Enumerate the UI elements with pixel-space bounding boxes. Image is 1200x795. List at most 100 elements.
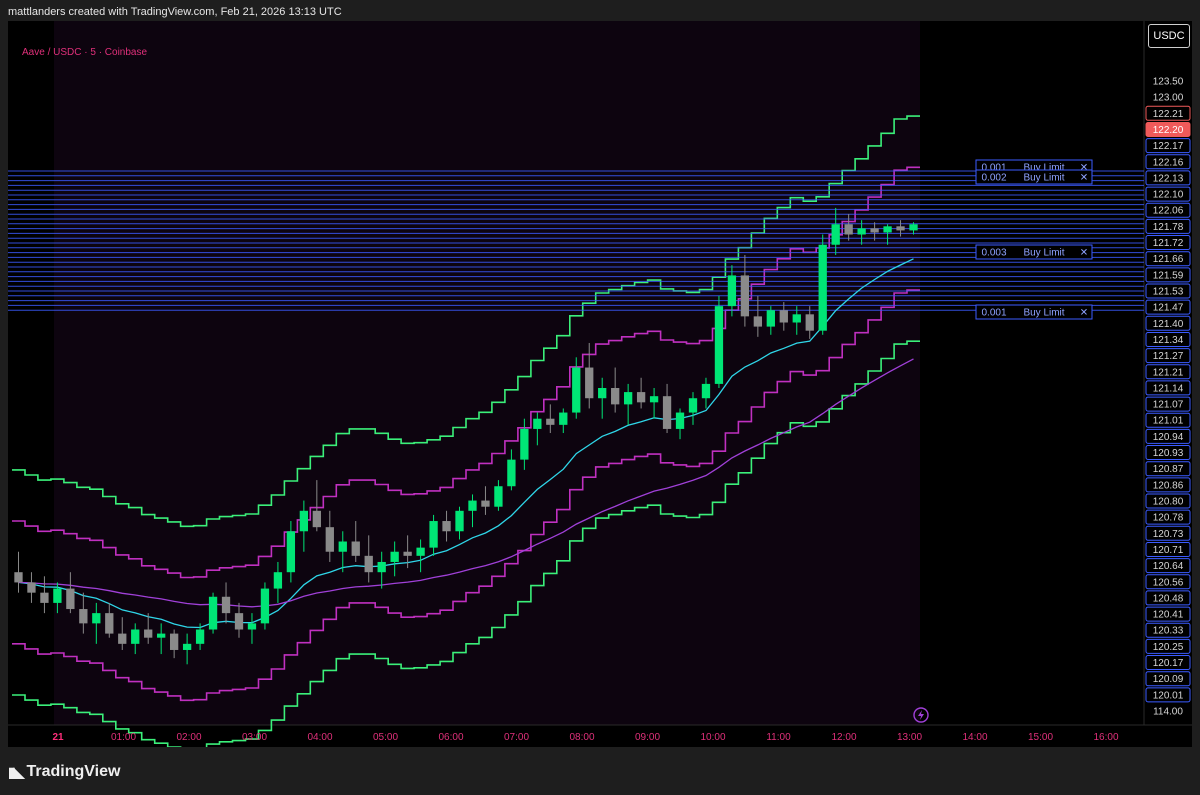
- candle-body: [144, 629, 153, 638]
- time-axis-label[interactable]: 06:00: [438, 732, 463, 743]
- time-axis-label[interactable]: 03:00: [242, 732, 267, 743]
- price-axis-label[interactable]: 120.09: [1153, 674, 1184, 685]
- candle-body: [766, 310, 775, 327]
- candle-body: [805, 314, 814, 331]
- candle-body: [390, 551, 399, 562]
- price-axis-label[interactable]: 122.20: [1153, 125, 1184, 136]
- price-axis-label[interactable]: 123.50: [1153, 77, 1184, 88]
- price-axis-label[interactable]: 121.27: [1153, 351, 1184, 362]
- candle-body: [27, 582, 36, 593]
- time-axis-label[interactable]: 16:00: [1093, 732, 1118, 743]
- price-axis-label[interactable]: 120.71: [1153, 545, 1184, 556]
- price-axis-label[interactable]: 122.13: [1153, 173, 1184, 184]
- price-axis-label[interactable]: 120.56: [1153, 577, 1184, 588]
- candle-body: [896, 226, 905, 231]
- price-axis-label[interactable]: 120.64: [1153, 561, 1184, 572]
- order-side: Buy Limit: [1023, 173, 1064, 184]
- time-axis-label[interactable]: 12:00: [831, 732, 856, 743]
- time-axis-label[interactable]: 02:00: [176, 732, 201, 743]
- time-axis-label[interactable]: 10:00: [700, 732, 725, 743]
- time-axis-label[interactable]: 13:00: [897, 732, 922, 743]
- price-axis-label[interactable]: 120.17: [1153, 658, 1184, 669]
- candle-body: [753, 316, 763, 327]
- candle-body: [507, 459, 516, 487]
- price-axis-label[interactable]: 120.94: [1153, 432, 1184, 443]
- buy-limit-order[interactable]: 0.003 Buy Limit ✕: [975, 244, 1093, 260]
- time-axis-label[interactable]: 15:00: [1028, 732, 1053, 743]
- price-axis-label[interactable]: 121.40: [1153, 319, 1184, 330]
- price-axis-label[interactable]: 122.06: [1153, 206, 1184, 217]
- candle-body: [338, 541, 347, 552]
- candle-body: [779, 310, 788, 323]
- order-side: Buy Limit: [1023, 308, 1064, 319]
- candle-body: [857, 228, 866, 235]
- time-axis-label[interactable]: 04:00: [307, 732, 332, 743]
- candle-body: [234, 613, 244, 630]
- candle-body: [105, 613, 114, 634]
- buy-limit-order[interactable]: 0.002 Buy Limit ✕: [975, 169, 1093, 185]
- price-axis-label[interactable]: 121.53: [1153, 287, 1184, 298]
- candle-body: [636, 392, 646, 403]
- price-axis-label[interactable]: 121.34: [1153, 335, 1184, 346]
- time-axis-label[interactable]: 21: [52, 732, 64, 743]
- price-axis-label[interactable]: 120.87: [1153, 464, 1184, 475]
- time-axis-label[interactable]: 09:00: [635, 732, 660, 743]
- order-close-button[interactable]: ✕: [1080, 308, 1088, 319]
- price-axis-label[interactable]: 120.25: [1153, 642, 1184, 653]
- price-axis-label[interactable]: 114.00: [1153, 707, 1183, 718]
- candle-body: [662, 396, 672, 429]
- candle-body: [169, 633, 179, 650]
- candle-body: [818, 244, 827, 331]
- price-axis-label[interactable]: 122.16: [1153, 157, 1184, 168]
- price-axis-label[interactable]: 121.66: [1153, 254, 1184, 265]
- chart-panel[interactable]: 123.50 123.00 122.21 122.20 122.17 122.16 122.…: [8, 21, 1192, 747]
- price-axis-label[interactable]: 120.80: [1153, 497, 1184, 508]
- time-axis-label[interactable]: 14:00: [962, 732, 987, 743]
- price-axis[interactable]: 123.50 123.00 122.21 122.20 122.17 122.16 122.…: [1145, 77, 1191, 718]
- price-axis-label[interactable]: 120.01: [1153, 690, 1184, 701]
- price-axis-label[interactable]: 121.78: [1153, 222, 1184, 233]
- candle-body: [494, 486, 503, 507]
- time-axis-label[interactable]: 07:00: [504, 732, 529, 743]
- time-axis-label[interactable]: 11:00: [766, 732, 791, 743]
- price-axis-label[interactable]: 120.48: [1153, 593, 1184, 604]
- price-axis-label[interactable]: 120.86: [1153, 480, 1184, 491]
- price-axis-label[interactable]: 121.01: [1153, 416, 1184, 427]
- price-axis-label[interactable]: 121.14: [1153, 383, 1184, 394]
- order-close-button[interactable]: ✕: [1080, 173, 1088, 184]
- order-labels-layer[interactable]: 0.001 Buy Limit ✕0.003 Buy Limit ✕0.001 Buy L…: [975, 159, 1093, 320]
- candle-body: [546, 418, 555, 425]
- order-qty: 0.001: [981, 308, 1006, 319]
- buy-limit-order[interactable]: 0.001 Buy Limit ✕: [975, 304, 1093, 320]
- price-axis-label[interactable]: 120.73: [1153, 529, 1184, 540]
- order-qty: 0.003: [981, 248, 1006, 259]
- time-axis-label[interactable]: 05:00: [373, 732, 398, 743]
- candle-body: [740, 275, 750, 317]
- price-axis-label[interactable]: 120.33: [1153, 626, 1184, 637]
- price-axis-label[interactable]: 122.10: [1153, 190, 1184, 201]
- time-axis-label[interactable]: 08:00: [569, 732, 594, 743]
- order-close-button[interactable]: ✕: [1080, 248, 1088, 259]
- time-axis[interactable]: 21 01:00 02:00 03:00 04:00 05:00 06:00 07:00 08:…: [52, 732, 1119, 743]
- time-axis-label[interactable]: 01:00: [111, 732, 136, 743]
- price-axis-label[interactable]: 120.41: [1153, 610, 1184, 621]
- candle-body: [364, 555, 373, 573]
- price-chart[interactable]: 123.50 123.00 122.21 122.20 122.17 122.16 122.…: [8, 21, 1192, 747]
- price-axis-label[interactable]: 123.00: [1153, 93, 1184, 104]
- price-axis-label[interactable]: 122.21: [1153, 109, 1184, 120]
- price-axis-label[interactable]: 121.47: [1153, 303, 1184, 314]
- price-axis-label[interactable]: 120.93: [1153, 448, 1184, 459]
- candle-body: [195, 629, 205, 644]
- price-axis-label[interactable]: 121.59: [1153, 270, 1184, 281]
- price-axis-label[interactable]: 120.78: [1153, 513, 1184, 524]
- quote-currency-button[interactable]: USDC: [1148, 24, 1190, 48]
- price-axis-label[interactable]: 122.17: [1153, 141, 1184, 152]
- price-axis-label[interactable]: 121.07: [1153, 400, 1184, 411]
- price-axis-label[interactable]: 121.21: [1153, 367, 1184, 378]
- price-axis-label[interactable]: 121.72: [1153, 238, 1184, 249]
- candle-body: [883, 226, 892, 233]
- candle-body: [585, 367, 594, 399]
- candle-body: [533, 418, 542, 429]
- candle-body: [403, 551, 412, 556]
- candle-body: [844, 224, 853, 235]
